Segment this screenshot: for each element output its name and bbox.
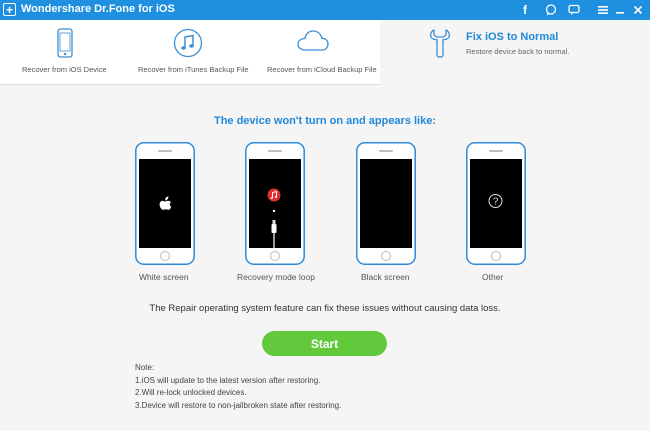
tool-recover-icloud-backup[interactable]: Recover from iCloud Backup File (250, 20, 380, 84)
chat-icon[interactable] (566, 2, 582, 18)
toolbar: Recover from iOS Device Recover from iTu… (0, 20, 650, 85)
phone-option-label: Other (482, 272, 504, 282)
tool-recover-itunes-backup[interactable]: Recover from iTunes Backup File (130, 20, 250, 84)
phone-illustration: ? (466, 142, 526, 265)
repair-description: The Repair operating system feature can … (149, 303, 501, 314)
note-item: 1.iOS will update to the latest version … (135, 375, 321, 385)
close-icon[interactable] (630, 2, 646, 18)
phone-icon (57, 28, 73, 58)
phone-illustration (245, 142, 305, 265)
cloud-icon (297, 30, 329, 51)
app-title: Wondershare Dr.Fone for iOS (21, 3, 175, 15)
note-item: 3.Device will restore to non-jailbroken … (135, 400, 342, 410)
minimize-icon[interactable] (612, 2, 628, 18)
arrow-dot-icon (272, 209, 276, 213)
tool-recover-ios-device[interactable]: Recover from iOS Device (0, 20, 130, 84)
note-item: 2.Will re-lock unlocked devices. (135, 388, 247, 397)
fix-ios-title: Fix iOS to Normal (466, 31, 559, 43)
facebook-icon[interactable]: f (517, 2, 533, 18)
title-bar: + Wondershare Dr.Fone for iOS f (0, 0, 650, 20)
start-button[interactable]: Start (262, 331, 387, 356)
itunes-icon (267, 188, 281, 202)
notes-section: Note: 1.iOS will update to the latest ve… (135, 362, 341, 412)
svg-text:?: ? (493, 197, 499, 208)
notes-title: Note: (135, 363, 155, 372)
wrench-icon (429, 29, 451, 58)
phone-option-label: Recovery mode loop (237, 272, 315, 282)
tool-label: Recover from iOS Device (22, 65, 107, 74)
music-note-icon (173, 28, 203, 58)
section-heading: The device won't turn on and appears lik… (213, 115, 437, 127)
phone-option-label: Black screen (361, 272, 410, 282)
menu-icon[interactable] (595, 2, 611, 18)
phone-illustration (135, 142, 195, 265)
app-logo-icon: + (3, 3, 16, 16)
phone-option-label: White screen (139, 272, 189, 282)
feedback-icon[interactable] (543, 2, 559, 18)
fix-ios-subtitle: Restore device back to normal. (466, 47, 570, 56)
tool-label: Recover from iCloud Backup File (267, 65, 377, 74)
phone-illustration (356, 142, 416, 265)
tool-label: Recover from iTunes Backup File (138, 65, 249, 74)
